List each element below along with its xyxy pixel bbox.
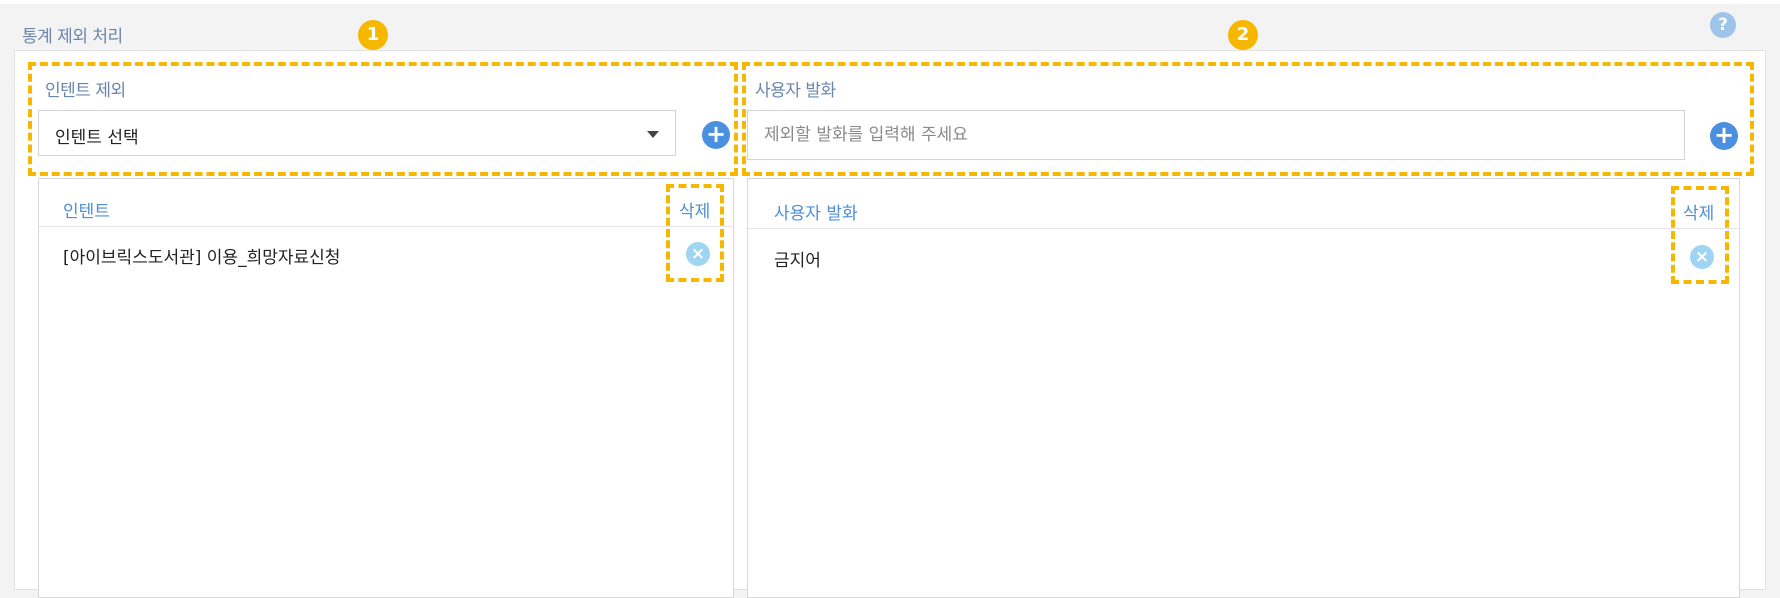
top-strip xyxy=(0,0,1780,4)
intent-header-divider xyxy=(39,226,733,227)
help-icon[interactable]: ? xyxy=(1710,12,1736,38)
intent-row-text: [아이브릭스도서관] 이용_희망자료신청 xyxy=(63,248,341,268)
highlight-box-utterance-delete xyxy=(1671,186,1729,284)
highlight-box-intent-input xyxy=(28,62,738,176)
section-title: 통계 제외 처리 xyxy=(22,27,123,47)
utterance-row-text: 금지어 xyxy=(774,251,821,271)
utterance-table-panel: 사용자 발화 삭제 금지어 × xyxy=(747,178,1740,598)
callout-marker-1: 1 xyxy=(358,20,388,50)
highlight-box-utterance-input xyxy=(742,62,1754,176)
utterance-column-header: 사용자 발화 xyxy=(774,204,858,224)
intent-column-header: 인텐트 xyxy=(63,202,110,222)
highlight-box-intent-delete xyxy=(666,184,724,282)
page: 통계 제외 처리 ? 1 2 3 4 인텐트 제외 인텐트 선택 + 사용자 발… xyxy=(0,0,1780,598)
callout-marker-2: 2 xyxy=(1228,20,1258,50)
utterance-header-divider xyxy=(748,228,1739,229)
intent-table-panel: 인텐트 삭제 [아이브릭스도서관] 이용_희망자료신청 × xyxy=(38,178,734,598)
